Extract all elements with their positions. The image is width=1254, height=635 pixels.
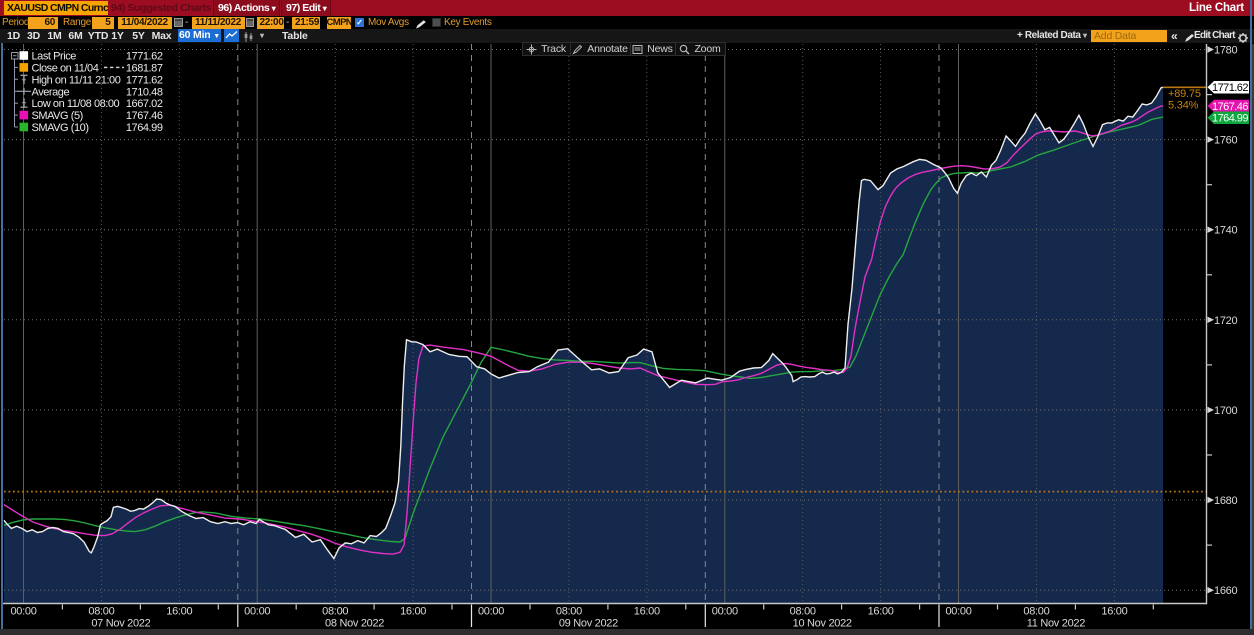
svg-text:00:00: 00:00 — [712, 606, 738, 618]
svg-text:07 Nov 2022: 07 Nov 2022 — [91, 618, 150, 630]
svg-text:SMAVG (10): SMAVG (10) — [32, 122, 89, 134]
svg-text:+89.75: +89.75 — [1168, 88, 1201, 100]
svg-text:16:00: 16:00 — [400, 606, 426, 618]
svg-text:1760: 1760 — [1214, 135, 1237, 147]
svg-text:1780: 1780 — [1214, 45, 1237, 57]
svg-text:1660: 1660 — [1214, 585, 1237, 597]
svg-text:5.34%: 5.34% — [1168, 100, 1199, 112]
svg-text:1720: 1720 — [1214, 315, 1237, 327]
svg-text:08:00: 08:00 — [322, 606, 348, 618]
svg-text:00:00: 00:00 — [478, 606, 504, 618]
svg-text:08 Nov 2022: 08 Nov 2022 — [325, 618, 384, 630]
svg-text:00:00: 00:00 — [945, 606, 971, 618]
svg-text:Average: Average — [32, 86, 70, 98]
svg-text:1767.46: 1767.46 — [1212, 101, 1248, 113]
svg-text:16:00: 16:00 — [1101, 606, 1127, 618]
svg-text:Last Price: Last Price — [32, 51, 77, 63]
svg-text:00:00: 00:00 — [10, 606, 36, 618]
svg-text:16:00: 16:00 — [868, 606, 894, 618]
svg-text:1710.48: 1710.48 — [126, 86, 163, 98]
svg-text:SMAVG (5): SMAVG (5) — [32, 110, 83, 122]
svg-text:10 Nov 2022: 10 Nov 2022 — [793, 618, 852, 630]
svg-text:Close on 11/04: Close on 11/04 — [32, 62, 99, 74]
svg-text:08:00: 08:00 — [556, 606, 582, 618]
svg-text:11 Nov 2022: 11 Nov 2022 — [1027, 618, 1085, 630]
svg-text:08:00: 08:00 — [790, 606, 816, 618]
svg-text:09 Nov 2022: 09 Nov 2022 — [559, 618, 618, 630]
svg-text:Low on 11/08 08:00: Low on 11/08 08:00 — [32, 98, 120, 110]
svg-text:1740: 1740 — [1214, 225, 1237, 237]
svg-text:1680: 1680 — [1214, 495, 1237, 507]
svg-text:1764.99: 1764.99 — [126, 122, 163, 134]
svg-text:1767.46: 1767.46 — [126, 110, 163, 122]
svg-text:1771.62: 1771.62 — [126, 74, 163, 86]
svg-text:1681.87: 1681.87 — [126, 62, 163, 74]
svg-text:1771.62: 1771.62 — [1212, 82, 1248, 94]
svg-text:08:00: 08:00 — [1023, 606, 1049, 618]
svg-text:16:00: 16:00 — [634, 606, 660, 618]
svg-text:00:00: 00:00 — [244, 606, 270, 618]
svg-text:16:00: 16:00 — [166, 606, 192, 618]
svg-text:1667.02: 1667.02 — [126, 98, 163, 110]
svg-text:1764.99: 1764.99 — [1212, 113, 1248, 125]
svg-text:High on 11/11 21:00: High on 11/11 21:00 — [32, 74, 121, 86]
svg-text:1771.62: 1771.62 — [126, 51, 163, 63]
svg-text:1700: 1700 — [1214, 405, 1237, 417]
svg-text:08:00: 08:00 — [88, 606, 114, 618]
